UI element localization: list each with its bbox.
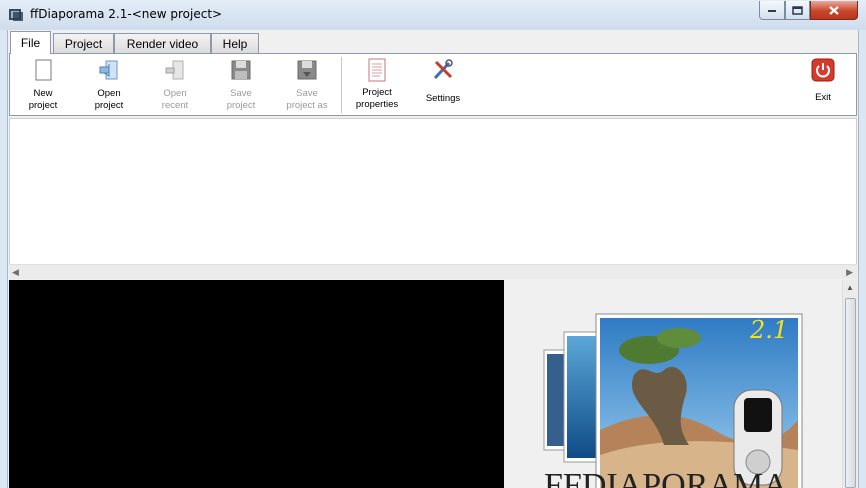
vertical-scrollbar[interactable]: ▲ <box>842 280 858 488</box>
video-preview <box>9 280 504 488</box>
close-button[interactable] <box>810 1 858 20</box>
tools-icon <box>431 58 455 82</box>
maximize-button[interactable] <box>785 1 810 20</box>
tab-project[interactable]: Project <box>53 33 114 53</box>
splash-logo-area: 2.1 FFDIAPORAMA <box>504 280 842 488</box>
exit-button[interactable]: Exit <box>792 56 854 114</box>
window-title: ffDiaporama 2.1-<new project> <box>30 7 223 21</box>
settings-button[interactable]: Settings <box>412 56 474 114</box>
close-icon <box>829 5 839 15</box>
project-properties-button[interactable]: Project properties <box>346 56 408 114</box>
timeline-horizontal-scrollbar[interactable]: ◀ ▶ <box>9 264 857 279</box>
open-recent-icon <box>163 58 187 82</box>
new-project-button[interactable]: New project <box>12 56 74 114</box>
minimize-icon <box>768 10 776 12</box>
save-project-as-button[interactable]: Save project as <box>276 56 338 114</box>
tab-file[interactable]: File <box>10 31 51 54</box>
scroll-thumb[interactable] <box>845 298 856 488</box>
version-label: 2.1 <box>749 316 788 344</box>
save-as-icon <box>295 58 319 82</box>
tab-render-video[interactable]: Render video <box>114 33 211 53</box>
ffdiaporama-logo: 2.1 FFDIAPORAMA <box>543 313 803 488</box>
save-disk-icon <box>229 58 253 82</box>
open-folder-icon <box>97 58 121 82</box>
properties-sheet-icon <box>365 58 389 82</box>
open-recent-button[interactable]: Open recent <box>144 56 206 114</box>
open-project-button[interactable]: Open project <box>78 56 140 114</box>
ribbon-separator <box>341 57 342 113</box>
save-project-button[interactable]: Save project <box>210 56 272 114</box>
scroll-right-icon[interactable]: ▶ <box>846 267 853 278</box>
maximize-icon <box>792 5 803 15</box>
scroll-left-icon[interactable]: ◀ <box>12 267 19 278</box>
brand-text: FFDIAPORAMA <box>544 467 788 488</box>
new-document-icon <box>31 58 55 82</box>
power-icon <box>811 58 835 82</box>
tab-help[interactable]: Help <box>211 33 259 53</box>
app-icon <box>9 9 23 21</box>
title-bar: ffDiaporama 2.1-<new project> <box>0 0 866 30</box>
timeline-area[interactable] <box>9 118 857 266</box>
minimize-button[interactable] <box>759 1 785 20</box>
ribbon-toolbar: New project Open project Open recent Sav… <box>9 53 857 116</box>
scroll-up-icon[interactable]: ▲ <box>846 283 854 292</box>
